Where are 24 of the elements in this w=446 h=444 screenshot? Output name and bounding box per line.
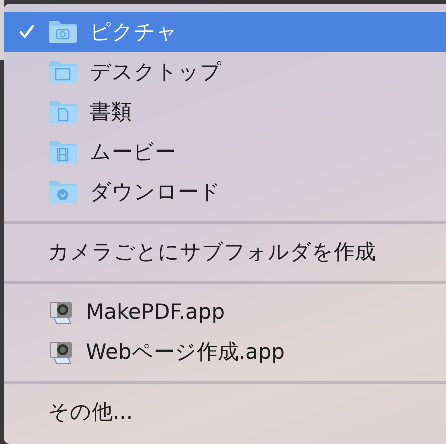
menu-item-label: Webページ作成.app xyxy=(86,339,285,366)
camera-app-icon xyxy=(48,339,74,365)
document-folder-icon xyxy=(48,100,78,124)
menu-item-label: デスクトップ xyxy=(90,59,222,86)
menu-item[interactable]: 書類 xyxy=(4,92,446,132)
menu-item[interactable]: MakePDF.app xyxy=(4,292,446,332)
menu-item[interactable]: ピクチャ xyxy=(4,12,446,52)
menu-item-label: ピクチャ xyxy=(90,19,178,46)
menu-item-label: ムービー xyxy=(90,139,176,166)
menu-item-label: ダウンロード xyxy=(90,179,221,206)
menu-item[interactable]: ムービー xyxy=(4,132,446,172)
camera-folder-icon xyxy=(48,20,78,44)
menu-item[interactable]: Webページ作成.app xyxy=(4,332,446,372)
download-folder-icon xyxy=(48,180,78,204)
menu-item[interactable]: ダウンロード xyxy=(4,172,446,212)
checkmark-icon xyxy=(19,24,35,40)
menu-item[interactable]: その他... xyxy=(4,392,446,432)
window-folder-icon xyxy=(48,60,78,84)
menu-item-label: MakePDF.app xyxy=(86,300,226,324)
film-folder-icon xyxy=(48,140,78,164)
menu-item[interactable]: カメラごとにサブフォルダを作成 xyxy=(4,232,446,272)
menu-item-label: 書類 xyxy=(90,99,132,126)
camera-app-icon xyxy=(48,299,74,325)
menu-item[interactable]: デスクトップ xyxy=(4,52,446,92)
